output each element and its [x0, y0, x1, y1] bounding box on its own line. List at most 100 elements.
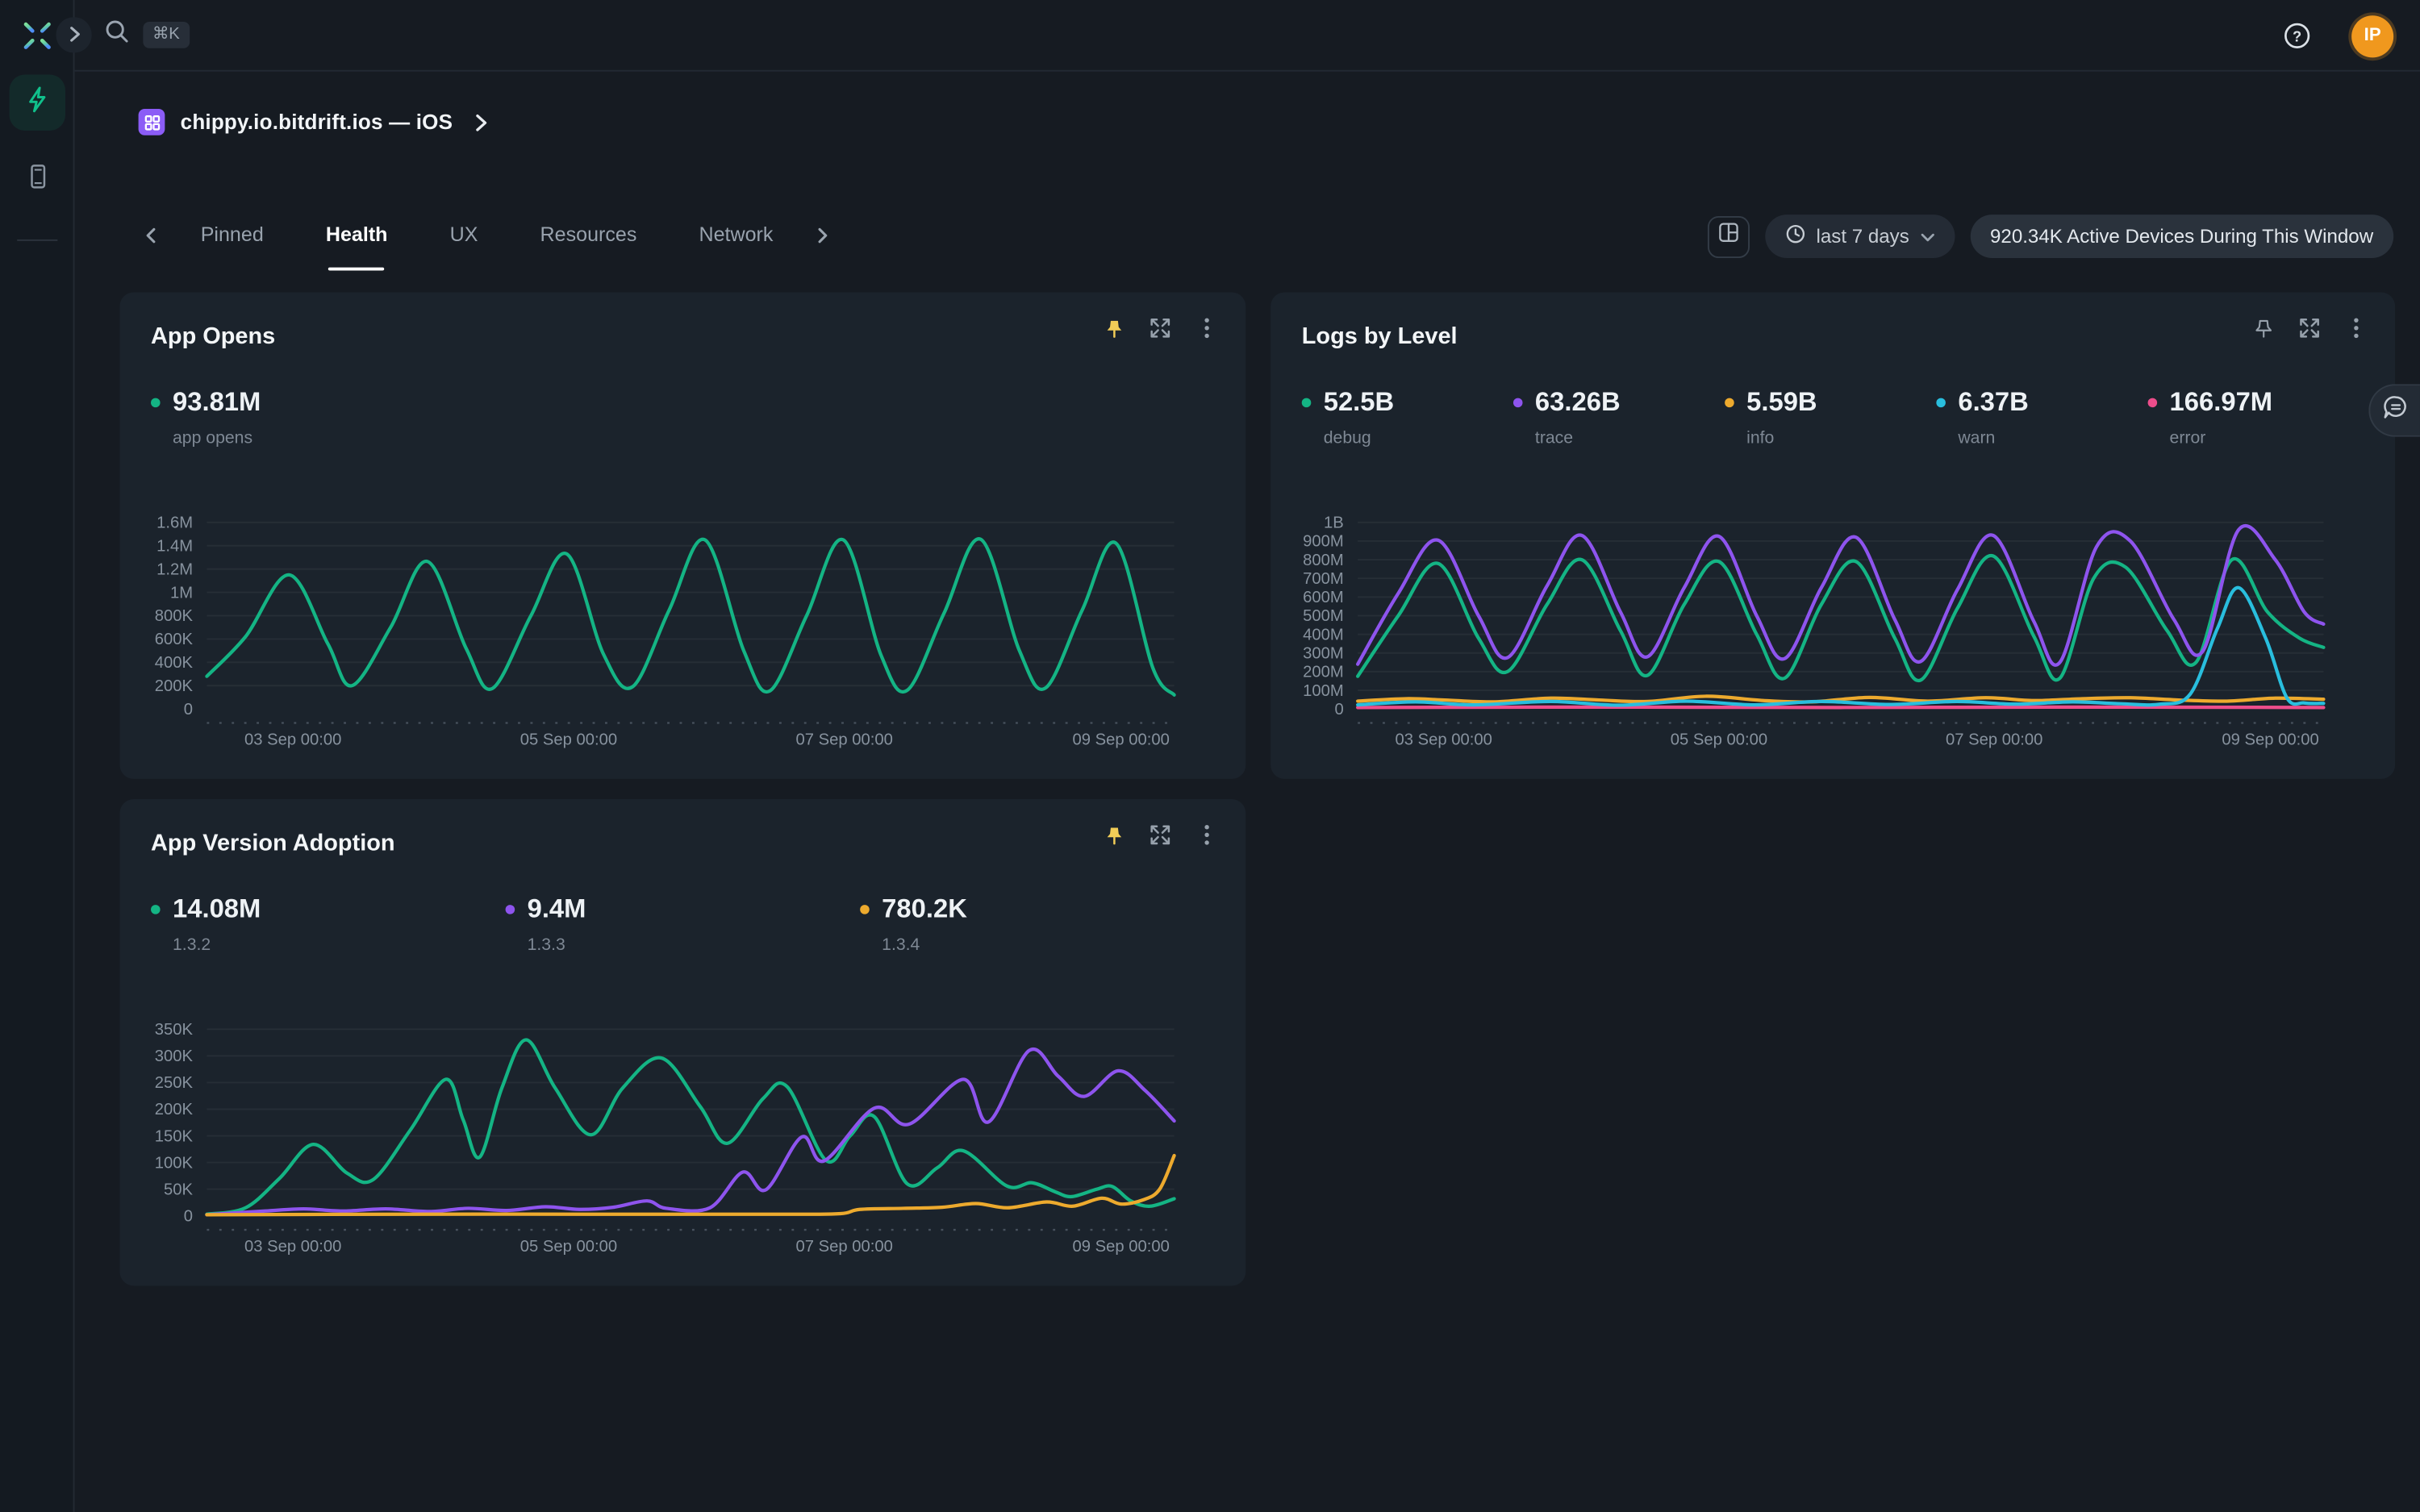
stat-value: 93.81M — [173, 387, 261, 419]
sidebar-nav — [0, 75, 75, 241]
clock-icon — [1785, 224, 1805, 249]
card-title: App Version Adoption — [151, 830, 395, 856]
kebab-menu-icon[interactable] — [2345, 317, 2367, 339]
series-line-1.3.2 — [207, 1040, 1174, 1214]
dashboard-controls: last 7 days 920.34K Active Devices Durin… — [1708, 215, 2394, 258]
phone-icon — [24, 163, 51, 197]
tabs-scroll-right-button[interactable] — [804, 220, 841, 250]
stat-info: 5.59Binfo — [1725, 387, 1936, 448]
card-header: Logs by Level — [1302, 319, 2364, 352]
series-line-trace — [1358, 526, 2323, 665]
stat-label: error — [2148, 429, 2360, 448]
search-button[interactable]: ⌘K — [104, 18, 189, 52]
y-tick-label: 900M — [1303, 533, 1344, 551]
search-icon — [104, 18, 131, 52]
x-tick-label: 03 Sep 00:00 — [244, 731, 341, 749]
y-tick-label: 500M — [1303, 607, 1344, 625]
app-version-adoption-chart[interactable]: 350K300K250K200K150K100K50K003 Sep 00:00… — [151, 1023, 1215, 1256]
tabs-scroll-left-button[interactable] — [132, 220, 169, 250]
y-tick-label: 400K — [155, 654, 194, 672]
x-tick-label: 05 Sep 00:00 — [1671, 731, 1767, 749]
stat-1.3.2: 14.08M1.3.2 — [151, 894, 506, 955]
stats-row: 14.08M1.3.29.4M1.3.3780.2K1.3.4 — [151, 894, 1215, 955]
active-devices-text: 920.34K Active Devices During This Windo… — [1990, 226, 2373, 248]
time-range-select[interactable]: last 7 days — [1765, 215, 1955, 258]
help-button[interactable]: ? — [2283, 22, 2311, 50]
search-shortcut-badge: ⌘K — [143, 22, 189, 48]
series-line-app opens — [207, 539, 1174, 695]
pin-icon[interactable] — [2252, 317, 2274, 339]
breadcrumb-chevron-icon[interactable] — [474, 113, 488, 131]
app-root: ⌘K ? IP chippy.io.bitdrift.ios — iOS Pin… — [0, 0, 2420, 1512]
stat-error: 166.97Merror — [2148, 387, 2360, 448]
card-logs-by-level: Logs by Level 52.5Bdebug63.26Btrace5.59B… — [1270, 292, 2395, 778]
pin-icon[interactable] — [1103, 317, 1124, 339]
tab-pinned[interactable]: Pinned — [191, 218, 273, 252]
layout-grid-icon — [1718, 223, 1738, 251]
tab-resources[interactable]: Resources — [531, 218, 646, 252]
y-tick-label: 800K — [155, 607, 194, 625]
sidebar-item-timeline[interactable] — [10, 75, 65, 131]
stats-row: 52.5Bdebug63.26Btrace5.59Binfo6.37Bwarn1… — [1302, 387, 2364, 448]
topbar: ⌘K ? IP — [75, 0, 2420, 72]
x-tick-label: 03 Sep 00:00 — [244, 1238, 341, 1256]
tab-ux[interactable]: UX — [440, 218, 487, 252]
x-tick-label: 09 Sep 00:00 — [2222, 731, 2318, 749]
y-tick-label: 300K — [155, 1048, 194, 1065]
stat-value: 5.59B — [1746, 387, 1817, 419]
series-color-dot — [860, 905, 870, 914]
active-devices-badge[interactable]: 920.34K Active Devices During This Windo… — [1970, 215, 2393, 258]
pin-icon[interactable] — [1103, 824, 1124, 846]
kebab-menu-icon[interactable] — [1196, 317, 1218, 339]
stat-value: 6.37B — [1958, 387, 2028, 419]
bitdrift-logo-icon[interactable] — [17, 15, 57, 56]
series-color-dot — [506, 905, 515, 914]
expand-icon[interactable] — [1150, 317, 1171, 339]
series-color-dot — [151, 905, 161, 914]
series-color-dot — [1725, 398, 1734, 408]
expand-icon[interactable] — [1150, 824, 1171, 846]
feedback-chat-tab[interactable] — [2368, 384, 2420, 437]
card-actions — [1103, 824, 1218, 846]
y-tick-label: 600M — [1303, 589, 1344, 606]
stat-label: 1.3.4 — [860, 936, 1215, 955]
stat-1.3.4: 780.2K1.3.4 — [860, 894, 1215, 955]
y-tick-label: 400M — [1303, 626, 1344, 644]
cards-grid: App Opens 93.81Mapp opens 1.6M1.4M1.2M1M… — [119, 292, 2395, 1285]
card-title: Logs by Level — [1302, 323, 1458, 349]
sidebar-expand-button[interactable] — [56, 17, 91, 52]
y-tick-label: 300M — [1303, 645, 1344, 663]
app-id-label[interactable]: chippy.io.bitdrift.ios — iOS — [181, 110, 453, 134]
y-tick-label: 1.4M — [156, 537, 193, 555]
layout-grid-button[interactable] — [1708, 215, 1750, 257]
stat-label: 1.3.2 — [151, 936, 506, 955]
app-opens-chart[interactable]: 1.6M1.4M1.2M1M800K600K400K200K003 Sep 00… — [151, 516, 1215, 749]
y-tick-label: 1.6M — [156, 516, 193, 531]
kebab-menu-icon[interactable] — [1196, 824, 1218, 846]
time-range-value: last 7 days — [1817, 226, 1909, 248]
logs-by-level-chart[interactable]: 1B900M800M700M600M500M400M300M200M100M00… — [1302, 516, 2364, 749]
series-line-debug — [1358, 556, 2323, 681]
series-line-warn — [1358, 588, 2323, 706]
sidebar-item-devices[interactable] — [10, 152, 65, 208]
y-tick-label: 150K — [155, 1127, 194, 1145]
chart-canvas: 1.6M1.4M1.2M1M800K600K400K200K003 Sep 00… — [151, 516, 1215, 749]
series-color-dot — [1513, 398, 1523, 408]
stat-1.3.3: 9.4M1.3.3 — [506, 894, 861, 955]
stat-label: debug — [1302, 429, 1513, 448]
y-tick-label: 200K — [155, 677, 194, 695]
y-tick-label: 200M — [1303, 664, 1344, 681]
expand-icon[interactable] — [2299, 317, 2321, 339]
x-tick-label: 03 Sep 00:00 — [1396, 731, 1492, 749]
tab-health[interactable]: Health — [316, 218, 397, 252]
card-actions — [2252, 317, 2368, 339]
chevron-down-icon — [1920, 226, 1934, 248]
avatar[interactable]: IP — [2351, 15, 2393, 56]
stat-label: app opens — [151, 429, 261, 448]
y-tick-label: 1B — [1324, 516, 1344, 531]
x-tick-label: 05 Sep 00:00 — [520, 731, 617, 749]
y-tick-label: 1.2M — [156, 560, 193, 578]
stat-trace: 63.26Btrace — [1513, 387, 1725, 448]
y-tick-label: 600K — [155, 631, 194, 648]
tab-network[interactable]: Network — [690, 218, 782, 252]
